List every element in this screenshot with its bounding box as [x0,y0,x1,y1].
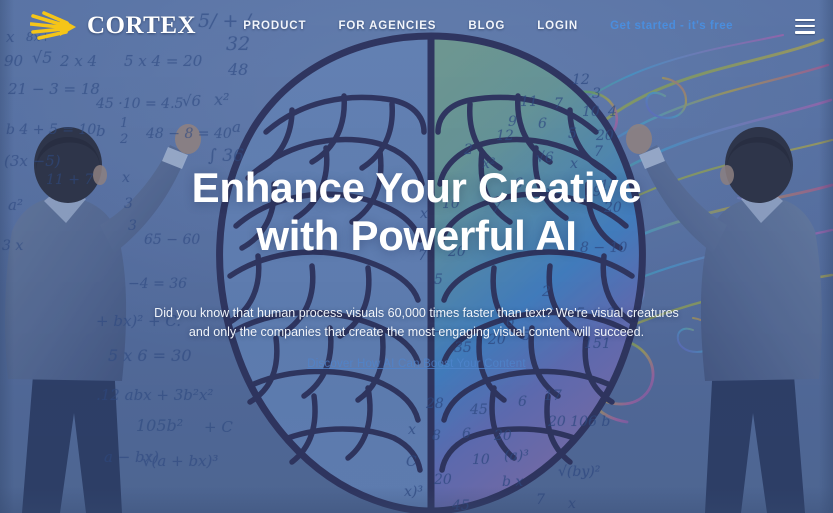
wall-edge-right [819,0,833,513]
logo[interactable]: CORTEX [30,11,196,41]
arrow-burst-logo-icon [30,11,76,40]
headline-line-1: Enhance Your Creative [191,164,642,211]
hamburger-menu-icon[interactable] [795,18,815,34]
logo-text: CORTEX [87,12,197,39]
nav-item-for-agencies[interactable]: FOR AGENCIES [338,20,436,32]
main-nav: PRODUCT FOR AGENCIES BLOG LOGIN Get star… [243,18,815,34]
nav-item-blog[interactable]: BLOG [468,20,505,32]
nav-item-product[interactable]: PRODUCT [243,20,306,32]
hero-cta-link[interactable]: Discover How AI Can Boost Your Content [307,358,526,370]
get-started-cta[interactable]: Get started - it's free [610,20,733,32]
nav-item-login[interactable]: LOGIN [537,20,578,32]
site-header: CORTEX PRODUCT FOR AGENCIES BLOG LOGIN G… [0,0,833,52]
wall-edge-left [0,0,14,513]
wall-floor [0,487,833,513]
hero-stage: 12117310496512202√67x²x61918xx107207208 … [0,0,833,513]
headline-line-2: with Powerful AI [256,212,577,259]
hero-subcopy: Did you know that human process visuals … [154,306,679,339]
page-title: Enhance Your Creative with Powerful AI [97,164,737,260]
